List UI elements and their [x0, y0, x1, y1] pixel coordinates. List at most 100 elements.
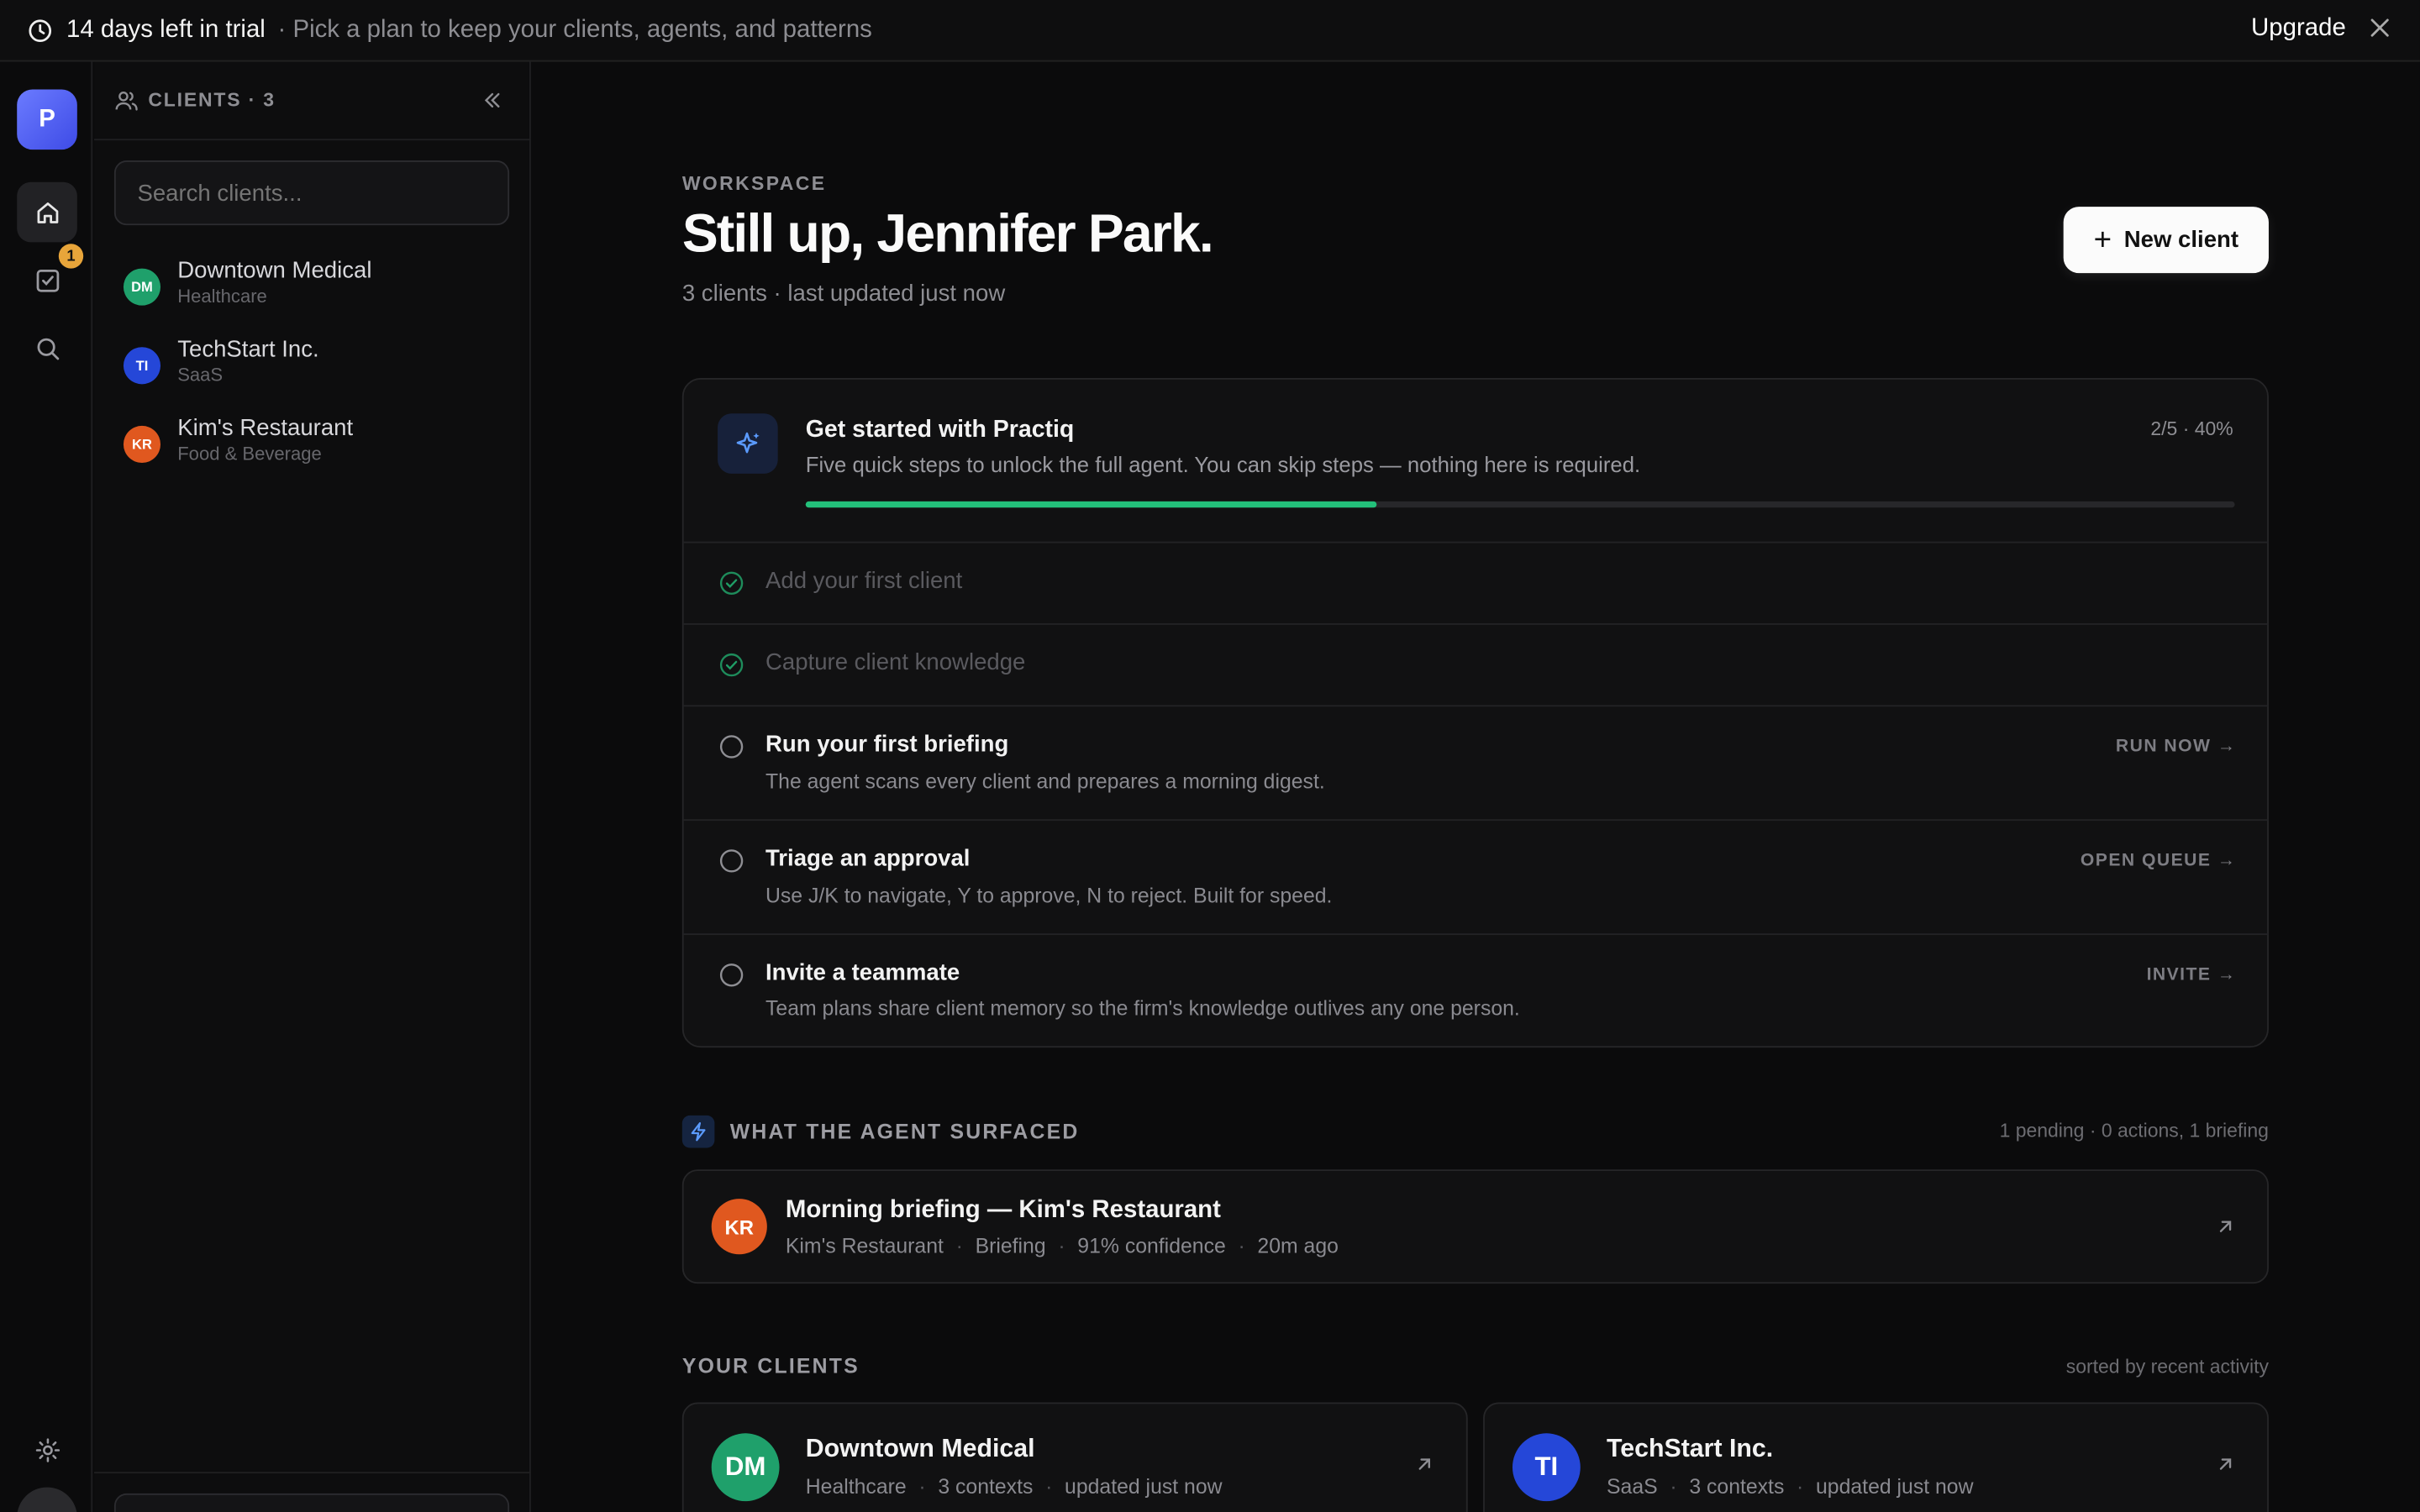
briefing-time: 20m ago: [1257, 1234, 1339, 1257]
client-card[interactable]: TI TechStart Inc. SaaS · 3 contexts · update…: [1483, 1402, 2269, 1512]
eyebrow: WORKSPACE: [681, 172, 827, 195]
step-title: Invite a teammate: [765, 959, 960, 986]
briefing-meta: Kim's Restaurant · Briefing · 91% confidence…: [785, 1234, 1339, 1257]
progress-fill: [805, 501, 1378, 508]
client-avatar: KR: [123, 425, 161, 464]
trial-days-left: 14 days left in trial: [66, 16, 266, 43]
onboarding-step[interactable]: Capture client knowledge: [683, 623, 2268, 705]
divider: [94, 1472, 531, 1474]
clients-panel: CLIENTS · 3 DM Downtown Medical Healthca…: [94, 61, 531, 1512]
clock-icon: [29, 18, 52, 42]
client-avatar: TI: [1512, 1433, 1581, 1502]
step-title: Run your first briefing: [765, 731, 1009, 758]
trial-subtitle: · Pick a plan to keep your clients, agen…: [277, 16, 872, 43]
check-circle-icon: [719, 571, 744, 595]
client-updated: updated just now: [1065, 1474, 1223, 1499]
collapse-icon[interactable]: [481, 90, 503, 112]
check-square-icon: [35, 269, 59, 291]
main-content: WORKSPACE Still up, Jennifer Park. 3 cli…: [533, 61, 2420, 1512]
empty-circle-icon: [719, 735, 744, 759]
briefing-type: Briefing: [975, 1234, 1046, 1257]
onboarding-description: Five quick steps to unlock the full agen…: [805, 452, 1641, 477]
briefing-item[interactable]: KR Morning briefing — Kim's Restaurant K…: [681, 1169, 2269, 1284]
check-circle-icon: [719, 653, 744, 677]
step-description: Use J/K to navigate, Y to approve, N to …: [765, 884, 1333, 907]
client-avatar: DM: [123, 268, 161, 306]
briefing-confidence: 91% confidence: [1077, 1234, 1226, 1257]
run-now-button[interactable]: RUN NOW →: [2116, 738, 2236, 756]
client-updated: updated just now: [1816, 1474, 1974, 1499]
client-sector: Healthcare: [177, 285, 267, 307]
client-sector: SaaS: [177, 364, 224, 386]
your-clients-heading: YOUR CLIENTS: [681, 1354, 860, 1378]
trial-banner: 14 days left in trial · Pick a plan to k…: [0, 0, 2420, 62]
client-name: Kim's Restaurant: [177, 415, 354, 442]
step-title: Capture client knowledge: [765, 649, 1026, 676]
client-sector: SaaS: [1607, 1474, 1658, 1499]
step-description: Team plans share client memory so the fi…: [765, 996, 1520, 1021]
arrow-up-right-icon[interactable]: [2215, 1453, 2237, 1475]
lightning-icon: [681, 1115, 715, 1148]
plus-icon: +: [2093, 223, 2112, 257]
approvals-badge: 1: [58, 244, 84, 269]
client-card-meta: Healthcare · 3 contexts · updated just now: [805, 1474, 1223, 1499]
client-avatar: KR: [711, 1199, 767, 1255]
clients-count-label: CLIENTS · 3: [148, 89, 276, 112]
step-description: The agent scans every client and prepare…: [765, 769, 1325, 794]
invite-button[interactable]: INVITE →: [2147, 966, 2237, 984]
arrow-up-right-icon[interactable]: [1413, 1453, 1435, 1475]
workspace-logo[interactable]: P: [17, 89, 77, 150]
home-button[interactable]: [17, 181, 77, 243]
client-list-item[interactable]: TI TechStart Inc. SaaS: [123, 336, 509, 397]
search-button[interactable]: [17, 318, 77, 378]
settings-button[interactable]: [17, 1420, 77, 1480]
panel-footer-control[interactable]: [113, 1493, 510, 1512]
client-name: Downtown Medical: [177, 257, 372, 284]
client-list-item[interactable]: DM Downtown Medical Healthcare: [123, 257, 509, 319]
new-client-button[interactable]: + New client: [2063, 207, 2269, 274]
progress-bar: [805, 501, 2235, 508]
briefing-client: Kim's Restaurant: [785, 1234, 944, 1257]
client-avatar: TI: [123, 347, 161, 385]
search-clients-input[interactable]: [113, 160, 510, 226]
client-card-name: TechStart Inc.: [1607, 1435, 1774, 1463]
search-icon: [36, 337, 59, 360]
surfaced-meta: 1 pending · 0 actions, 1 briefing: [1999, 1120, 2269, 1142]
onboarding-step[interactable]: Add your first client: [683, 541, 2268, 623]
onboarding-title: Get started with Practiq: [805, 416, 1075, 444]
client-card-meta: SaaS · 3 contexts · updated just now: [1607, 1474, 1974, 1499]
gear-icon: [34, 1437, 60, 1462]
upgrade-button[interactable]: Upgrade: [2251, 15, 2346, 43]
page-title: Still up, Jennifer Park.: [681, 203, 1214, 265]
client-contexts: 3 contexts: [938, 1474, 1034, 1499]
sparkle-icon: [718, 413, 778, 474]
users-icon: [115, 92, 138, 111]
clients-panel-header: CLIENTS · 3: [94, 61, 531, 141]
client-name: TechStart Inc.: [177, 336, 319, 363]
onboarding-step[interactable]: Run your first briefing The agent scans …: [683, 705, 2268, 819]
client-card[interactable]: DM Downtown Medical Healthcare · 3 context…: [681, 1402, 1468, 1512]
arrow-up-right-icon[interactable]: [2215, 1215, 2237, 1237]
client-sector: Healthcare: [805, 1474, 907, 1499]
step-title: Add your first client: [765, 567, 963, 595]
your-clients-sort: sorted by recent activity: [2065, 1356, 2269, 1378]
close-icon[interactable]: [2367, 15, 2391, 39]
step-title: Triage an approval: [765, 845, 971, 872]
empty-circle-icon: [719, 963, 744, 987]
onboarding-card: Get started with Practiq Five quick step…: [681, 377, 2269, 1048]
surfaced-heading: WHAT THE AGENT SURFACED: [729, 1120, 1080, 1143]
icon-rail: P 1: [0, 61, 93, 1512]
onboarding-step[interactable]: Triage an approval Use J/K to navigate, …: [683, 819, 2268, 933]
home-icon: [36, 202, 58, 223]
user-avatar[interactable]: [17, 1487, 77, 1512]
empty-circle-icon: [719, 849, 744, 873]
onboarding-step[interactable]: Invite a teammate Team plans share clien…: [683, 933, 2268, 1046]
open-queue-button[interactable]: OPEN QUEUE →: [2081, 852, 2236, 870]
client-card-name: Downtown Medical: [805, 1435, 1035, 1463]
new-client-label: New client: [2123, 226, 2239, 254]
client-sector: Food & Beverage: [177, 443, 322, 465]
onboarding-progress-label: 2/5 · 40%: [2150, 417, 2233, 440]
client-contexts: 3 contexts: [1689, 1474, 1785, 1499]
client-list-item[interactable]: KR Kim's Restaurant Food & Beverage: [123, 415, 509, 476]
client-avatar: DM: [711, 1433, 780, 1502]
